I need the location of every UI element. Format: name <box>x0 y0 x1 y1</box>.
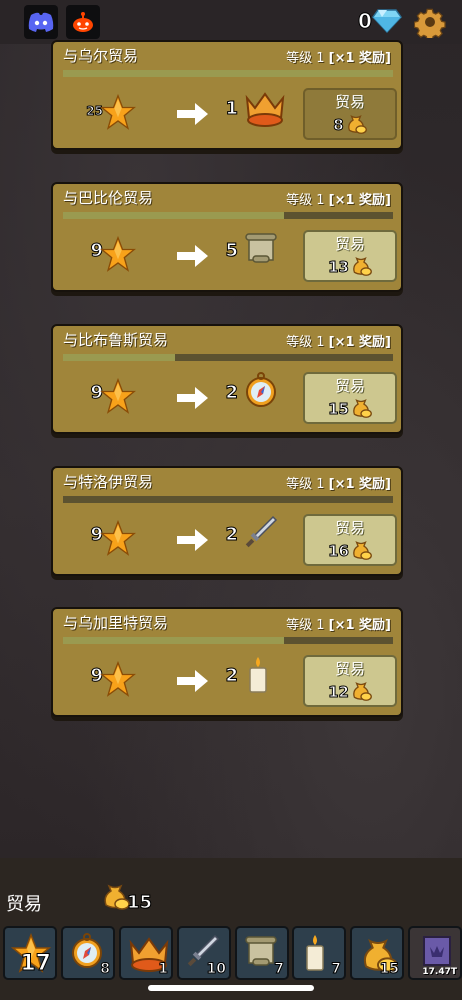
inventory-count: 8 <box>100 961 111 978</box>
trade-card: 与比布鲁斯贸易 等级 1 [×1 奖励] 9 2 贸易 15 <box>51 324 403 434</box>
trade-price: 13 <box>328 257 350 276</box>
trade-card: 与乌尔贸易 等级 1 [×1 奖励] 25 1 贸易 8 <box>51 40 403 150</box>
arrow-right-icon <box>177 386 209 414</box>
reward-count: 2 <box>225 524 239 546</box>
reward-count: 5 <box>225 240 239 262</box>
crown-icon <box>243 88 287 132</box>
sword-icon <box>243 514 279 554</box>
card-level: 等级 1 [×1 奖励] <box>286 335 391 350</box>
trade-button[interactable]: 贸易 15 <box>303 372 397 424</box>
diamond-icon <box>372 9 402 37</box>
coin-bag-icon <box>350 254 372 280</box>
star-icon <box>99 93 137 134</box>
inventory-slot-star[interactable]: 17 <box>3 926 57 980</box>
star-icon <box>99 377 137 418</box>
trade-button-label: 贸易 <box>334 376 365 395</box>
card-title: 与乌尔贸易 <box>63 47 139 65</box>
trade-button[interactable]: 贸易 12 <box>303 655 397 707</box>
progress-bar <box>63 212 393 219</box>
progress-fill <box>63 637 285 644</box>
inventory-count: 17 <box>20 951 52 977</box>
coin-count: 15 <box>126 892 153 914</box>
trade-button-label: 贸易 <box>334 234 365 253</box>
coin-bag-icon <box>350 538 372 564</box>
progress-fill <box>63 212 285 219</box>
card-title: 与比布鲁斯贸易 <box>63 331 169 349</box>
progress-bar <box>63 637 393 644</box>
scroll-icon <box>243 230 279 270</box>
inventory-slot-scroll[interactable]: 7 <box>235 926 289 980</box>
home-indicator[interactable] <box>148 985 314 991</box>
trade-button[interactable]: 贸易 8 <box>303 88 397 140</box>
inventory-slot-compass[interactable]: 8 <box>61 926 115 980</box>
inventory-slot-candle[interactable]: 7 <box>292 926 346 980</box>
inventory-slot-banner[interactable]: 17.47T <box>408 926 462 980</box>
trade-card: 与巴比伦贸易 等级 1 [×1 奖励] 9 5 贸易 13 <box>51 182 403 292</box>
progress-fill <box>63 70 393 77</box>
card-level: 等级 1 [×1 奖励] <box>286 618 391 633</box>
inventory-count: 17.47T <box>422 967 457 977</box>
star-icon <box>99 519 137 560</box>
trade-button-label: 贸易 <box>334 659 365 678</box>
inventory-count: 7 <box>331 961 342 978</box>
trade-button[interactable]: 贸易 13 <box>303 230 397 282</box>
card-title: 与乌加里特贸易 <box>63 614 169 632</box>
inventory-count: 15 <box>379 961 400 978</box>
candle-icon <box>300 933 330 977</box>
inventory-count: 10 <box>206 961 227 978</box>
gem-count: 0 <box>358 9 373 34</box>
inventory-slot-coin-bag[interactable]: 15 <box>350 926 404 980</box>
star-icon <box>99 660 137 701</box>
inventory-slot-sword[interactable]: 10 <box>177 926 231 980</box>
coin-bag-icon <box>345 112 367 138</box>
coin-bag-icon <box>350 679 372 705</box>
trade-price: 15 <box>328 399 350 418</box>
progress-bar <box>63 496 393 503</box>
discord-icon[interactable] <box>24 5 58 39</box>
reward-count: 1 <box>225 98 239 120</box>
trade-card: 与特洛伊贸易 等级 1 [×1 奖励] 9 2 贸易 16 <box>51 466 403 576</box>
card-level: 等级 1 [×1 奖励] <box>286 51 391 66</box>
inventory-count: 1 <box>158 961 169 978</box>
arrow-right-icon <box>177 102 209 130</box>
progress-fill <box>63 354 176 361</box>
reddit-icon[interactable] <box>66 5 100 39</box>
trade-section-label: 贸易 <box>6 894 42 915</box>
trade-card: 与乌加里特贸易 等级 1 [×1 奖励] 9 2 贸易 12 <box>51 607 403 717</box>
inventory-count: 7 <box>274 961 285 978</box>
trade-price: 12 <box>328 682 350 701</box>
progress-bar <box>63 70 393 77</box>
arrow-right-icon <box>177 244 209 272</box>
trade-price: 8 <box>333 115 344 134</box>
card-level: 等级 1 [×1 奖励] <box>286 477 391 492</box>
progress-bar <box>63 354 393 361</box>
trade-button-label: 贸易 <box>334 518 365 537</box>
gear-icon[interactable] <box>413 6 446 42</box>
reward-count: 2 <box>225 665 239 687</box>
card-title: 与特洛伊贸易 <box>63 473 154 491</box>
trade-price: 16 <box>328 541 350 560</box>
arrow-right-icon <box>177 528 209 556</box>
star-icon <box>99 235 137 276</box>
trade-button-label: 贸易 <box>334 92 365 111</box>
card-title: 与巴比伦贸易 <box>63 189 154 207</box>
inventory-slot-crown[interactable]: 1 <box>119 926 173 980</box>
compass-icon <box>243 372 279 412</box>
candle-icon <box>243 655 273 699</box>
coin-bag-icon <box>100 880 130 914</box>
reward-count: 2 <box>225 382 239 404</box>
coin-bag-icon <box>350 396 372 422</box>
arrow-right-icon <box>177 669 209 697</box>
trade-button[interactable]: 贸易 16 <box>303 514 397 566</box>
card-level: 等级 1 [×1 奖励] <box>286 193 391 208</box>
